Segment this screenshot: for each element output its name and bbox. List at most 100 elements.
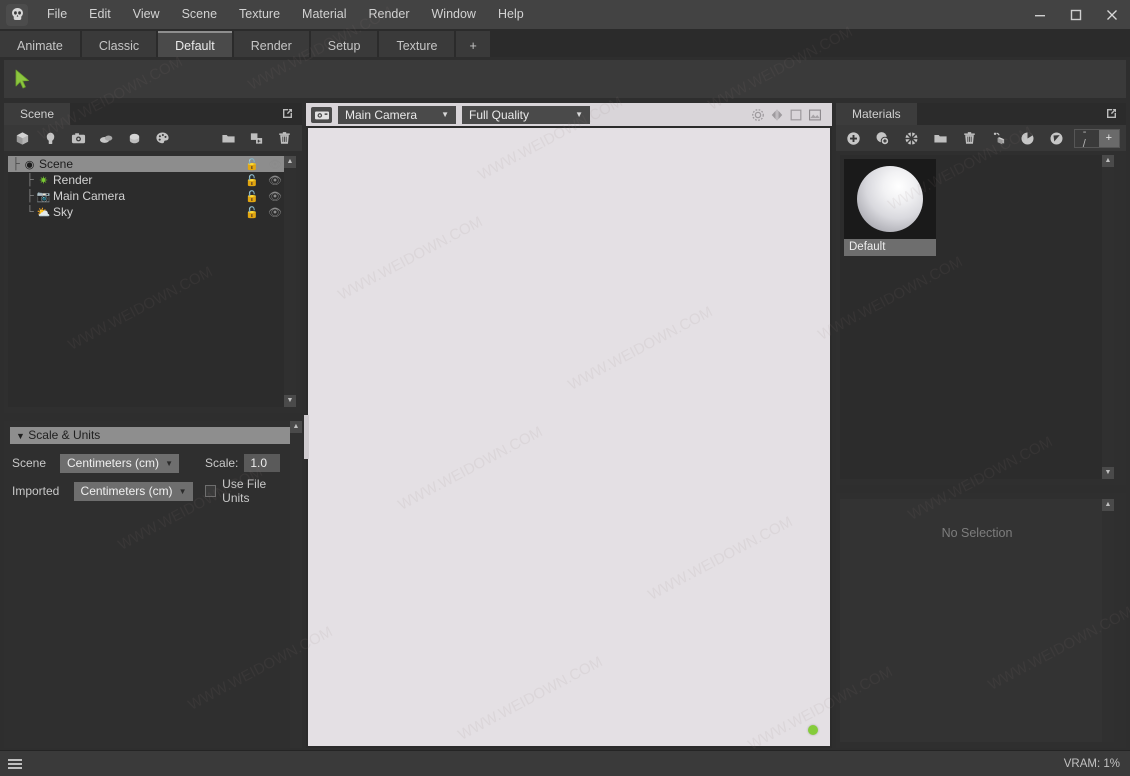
tree-twig: ├ (12, 158, 22, 170)
tab-classic[interactable]: Classic (82, 31, 156, 57)
scroll-down-icon[interactable]: ▼ (1102, 467, 1114, 479)
scroll-down-icon[interactable]: ▼ (284, 395, 296, 407)
clear-material-icon[interactable] (900, 127, 923, 149)
material-folder-icon[interactable] (929, 127, 952, 149)
viewport-toolbar-right (750, 107, 827, 123)
add-material-icon[interactable] (842, 127, 865, 149)
menu-window[interactable]: Window (421, 0, 487, 29)
arrow-cursor-icon[interactable] (12, 67, 34, 91)
imported-units-value: Centimeters (cm) (81, 484, 173, 498)
menu-bar: File Edit View Scene Texture Material Re… (0, 0, 1130, 29)
unlocked-icon[interactable]: 🔓 (245, 206, 259, 219)
chevron-down-icon: ▼ (441, 106, 449, 124)
add-object-icon[interactable] (122, 127, 146, 149)
chevron-down-icon: ▼ (575, 106, 583, 124)
add-sky-icon[interactable] (94, 127, 118, 149)
use-file-units-checkbox[interactable] (205, 485, 217, 497)
scroll-up-icon[interactable]: ▲ (284, 156, 296, 168)
tab-setup[interactable]: Setup (311, 31, 378, 57)
tab-materials[interactable]: Materials (836, 103, 917, 125)
eye-icon[interactable]: 👁 (268, 190, 282, 203)
menu-edit[interactable]: Edit (78, 0, 122, 29)
popout-icon[interactable] (1105, 107, 1118, 120)
viewport-drag-handle[interactable] (304, 415, 309, 459)
snapshot-icon[interactable] (807, 107, 823, 123)
imported-units-dropdown[interactable]: Centimeters (cm) ▼ (74, 482, 193, 501)
add-material-icon[interactable] (150, 127, 174, 149)
menu-render[interactable]: Render (358, 0, 421, 29)
fullscreen-icon[interactable] (788, 107, 804, 123)
minimize-button[interactable] (1022, 0, 1058, 29)
menu-file[interactable]: File (36, 0, 78, 29)
window-controls (1022, 0, 1130, 29)
scale-units-header[interactable]: ▼ Scale & Units (10, 427, 296, 444)
preview-shape-icon[interactable] (1045, 127, 1068, 149)
imported-units-label: Imported (12, 484, 74, 498)
add-tab-button[interactable]: + (456, 31, 489, 57)
camera-icon: 📷 (36, 190, 51, 203)
quality-selector-dropdown[interactable]: Full Quality ▼ (462, 106, 590, 124)
quality-selector-value: Full Quality (469, 108, 529, 122)
tab-default[interactable]: Default (158, 31, 232, 57)
tree-item-render[interactable]: ├ ✷ Render 🔓 👁 (8, 172, 296, 188)
material-counter-plus[interactable]: + (1099, 130, 1119, 147)
camera-selector-value: Main Camera (345, 108, 417, 122)
material-item-default[interactable]: Default (844, 159, 936, 256)
split-view-icon[interactable] (769, 107, 785, 123)
materials-scrollbar[interactable]: ▲ ▼ (1102, 155, 1114, 479)
menu-help[interactable]: Help (487, 0, 535, 29)
eye-icon[interactable]: 👁 (268, 158, 282, 171)
viewport-canvas[interactable] (308, 128, 830, 746)
tree-item-scene[interactable]: ├ ◉ Scene 🔓 👁 (8, 156, 296, 172)
menu-view[interactable]: View (122, 0, 171, 29)
menu-scene[interactable]: Scene (171, 0, 228, 29)
scale-units-scrollbar[interactable]: ▲ (290, 421, 302, 748)
preview-sphere-icon[interactable] (1016, 127, 1039, 149)
selection-scrollbar[interactable]: ▲ (1102, 499, 1114, 742)
skull-icon (6, 4, 28, 26)
camera-icon[interactable] (311, 107, 332, 123)
unlocked-icon[interactable]: 🔓 (245, 190, 259, 203)
collapse-triangle-icon[interactable]: ▼ (16, 431, 25, 441)
tab-texture[interactable]: Texture (379, 31, 454, 57)
assign-material-icon[interactable] (987, 127, 1010, 149)
eye-icon[interactable]: 👁 (268, 174, 282, 187)
delete-material-icon[interactable] (958, 127, 981, 149)
material-thumbnail[interactable] (844, 159, 936, 239)
camera-selector-dropdown[interactable]: Main Camera ▼ (338, 106, 456, 124)
tab-render[interactable]: Render (234, 31, 309, 57)
scale-input[interactable]: 1.0 (244, 454, 280, 472)
close-button[interactable] (1094, 0, 1130, 29)
material-index-counter[interactable]: - / + (1074, 129, 1120, 148)
new-folder-icon[interactable] (216, 127, 240, 149)
tree-item-sky[interactable]: └ ⛅ Sky 🔓 👁 (8, 204, 296, 220)
unlocked-icon[interactable]: 🔓 (245, 158, 259, 171)
tab-animate[interactable]: Animate (0, 31, 80, 57)
scene-units-dropdown[interactable]: Centimeters (cm) ▼ (60, 454, 179, 473)
use-file-units-label: Use File Units (222, 477, 294, 505)
scroll-up-icon[interactable]: ▲ (1102, 155, 1114, 167)
menu-material[interactable]: Material (291, 0, 357, 29)
unlocked-icon[interactable]: 🔓 (245, 174, 259, 187)
gear-icon: ✷ (36, 174, 51, 187)
add-light-icon[interactable] (38, 127, 62, 149)
duplicate-icon[interactable] (244, 127, 268, 149)
hamburger-menu-icon[interactable] (8, 759, 22, 769)
scene-units-label: Scene (12, 456, 60, 470)
delete-icon[interactable] (272, 127, 296, 149)
add-camera-icon[interactable] (66, 127, 90, 149)
tree-item-label: Render (53, 173, 92, 187)
duplicate-material-icon[interactable] (871, 127, 894, 149)
tree-item-main-camera[interactable]: ├ 📷 Main Camera 🔓 👁 (8, 188, 296, 204)
popout-icon[interactable] (281, 107, 294, 120)
menu-texture[interactable]: Texture (228, 0, 291, 29)
scene-tree-scrollbar[interactable]: ▲ ▼ (284, 156, 296, 407)
scroll-up-icon[interactable]: ▲ (1102, 499, 1114, 511)
eye-icon[interactable]: 👁 (268, 206, 282, 219)
tree-twig: ├ (26, 190, 36, 202)
settings-gear-icon[interactable] (750, 107, 766, 123)
maximize-button[interactable] (1058, 0, 1094, 29)
scroll-up-icon[interactable]: ▲ (290, 421, 302, 433)
add-mesh-icon[interactable] (10, 127, 34, 149)
tab-scene[interactable]: Scene (4, 103, 70, 125)
